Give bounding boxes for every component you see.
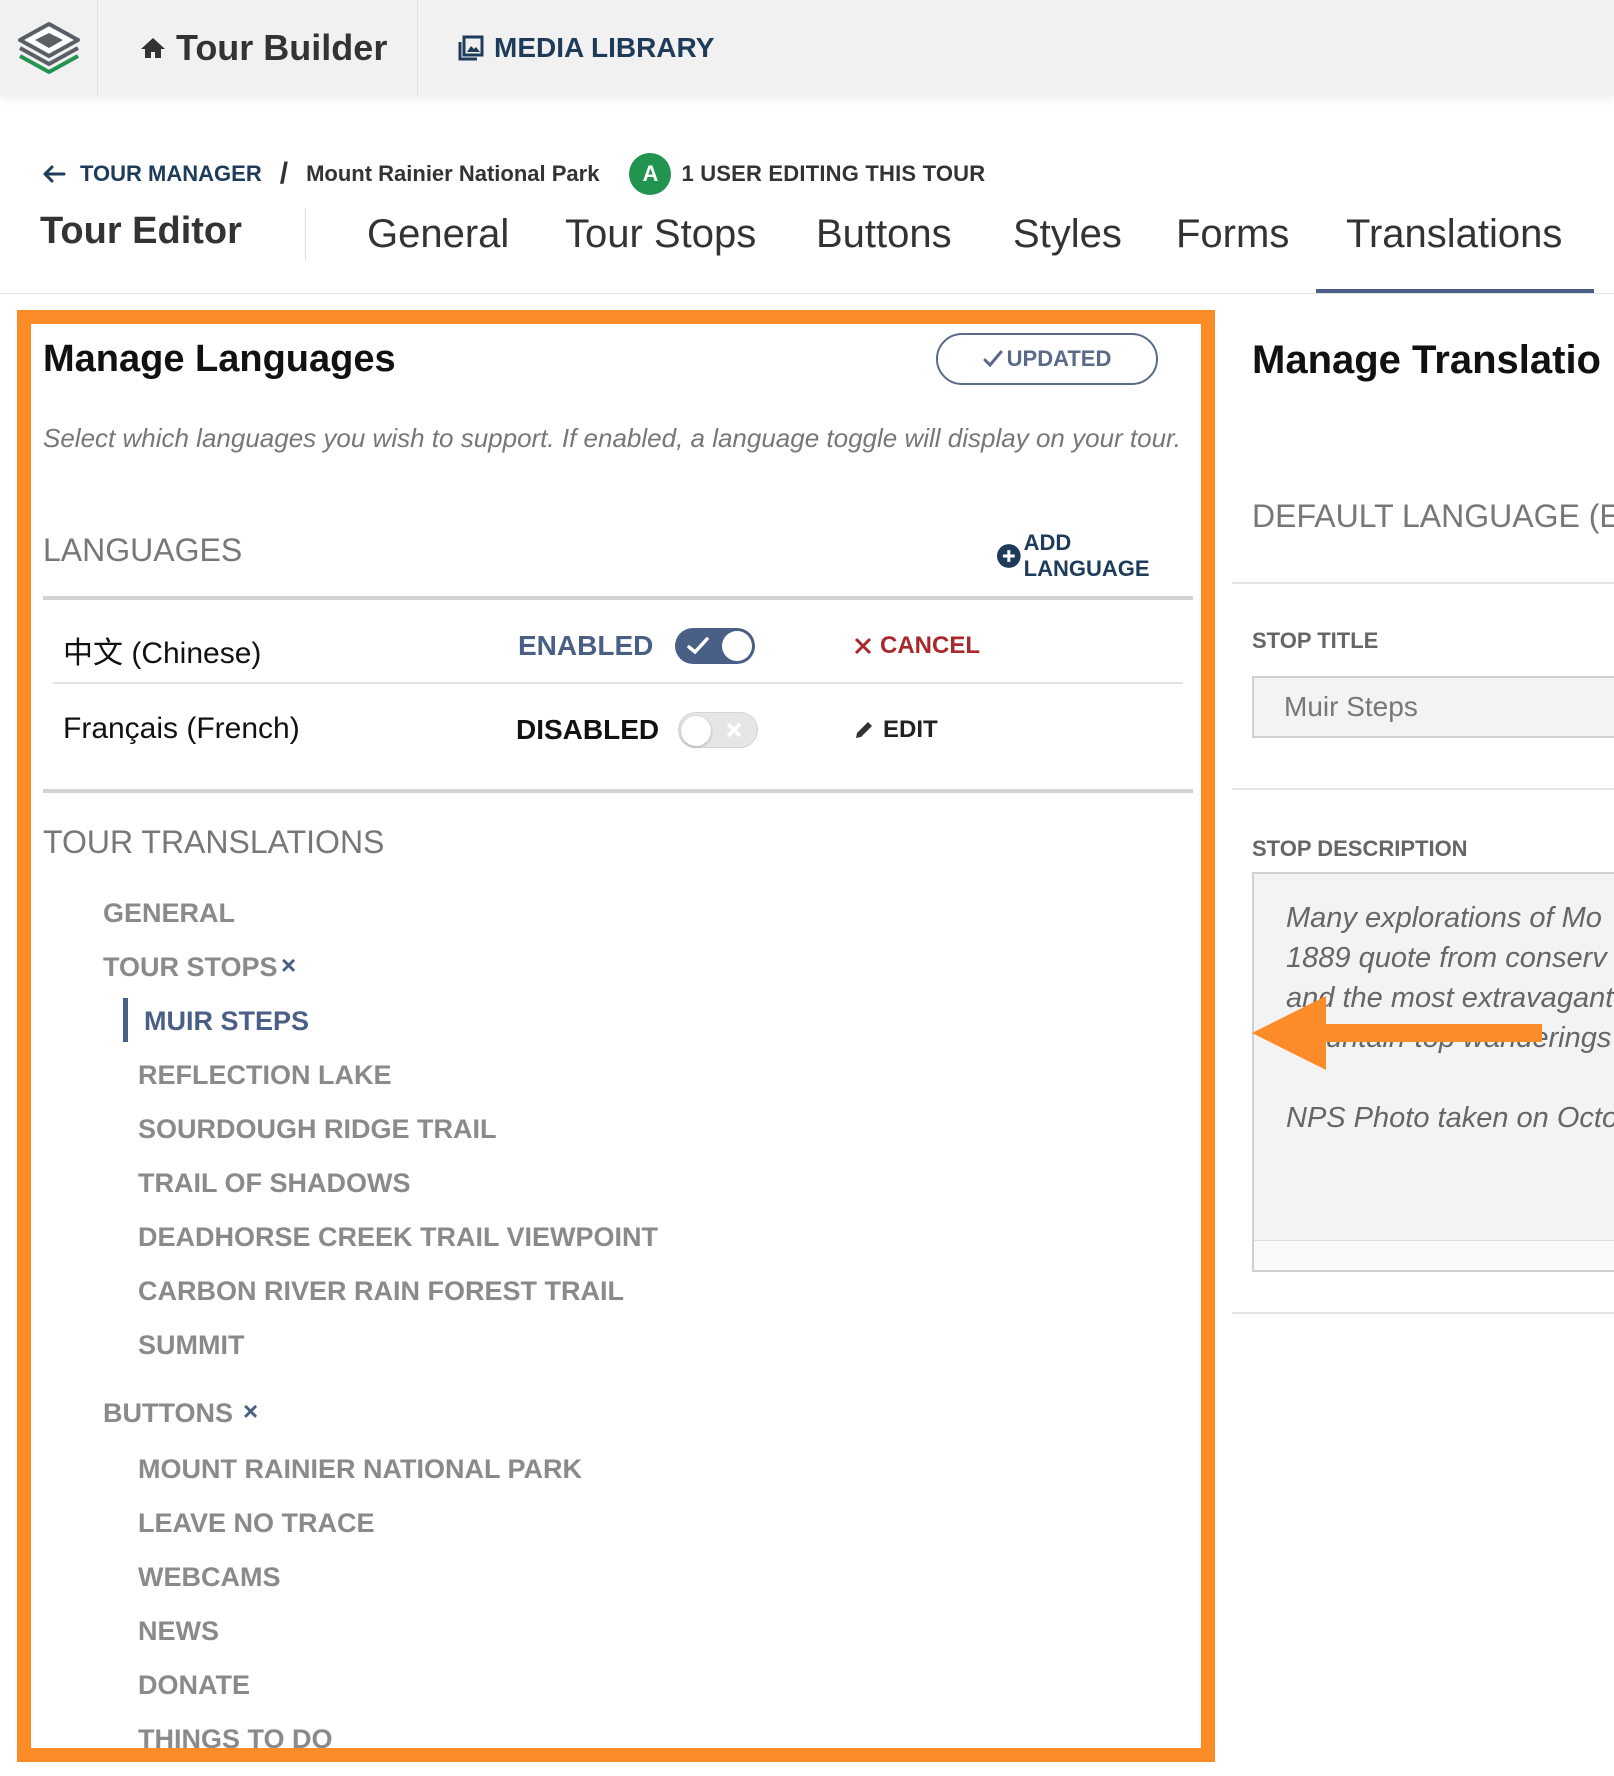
stop-title-label: STOP TITLE — [1252, 628, 1379, 653]
tree-item-mount-rainier[interactable]: MOUNT RAINIER NATIONAL PARK — [138, 1454, 582, 1485]
tree-item-summit[interactable]: SUMMIT — [138, 1330, 244, 1361]
edit-button[interactable]: EDIT — [853, 716, 938, 744]
translations-divider — [1232, 582, 1614, 584]
tree-item-news[interactable]: NEWS — [138, 1616, 219, 1647]
tab-forms[interactable]: Forms — [1176, 212, 1289, 257]
active-tab-indicator — [1316, 289, 1594, 293]
tree-item-general[interactable]: GENERAL — [103, 898, 235, 929]
close-icon — [854, 637, 872, 655]
language-status-disabled: DISABLED — [516, 714, 660, 745]
breadcrumb-tour-name: Mount Rainier National Park — [306, 161, 600, 186]
translations-divider — [1232, 788, 1614, 790]
cancel-label: CANCEL — [880, 632, 980, 659]
textarea-resize-bar — [1254, 1240, 1614, 1270]
updated-button[interactable]: UPDATED — [936, 333, 1158, 385]
tour-builder-nav[interactable]: Tour Builder — [98, 0, 418, 96]
updated-label: UPDATED — [1006, 346, 1112, 371]
language-row-divider — [53, 682, 1183, 684]
avatar: A — [629, 153, 672, 195]
check-icon — [687, 637, 709, 655]
tab-general[interactable]: General — [367, 212, 509, 257]
translations-panel-title: Manage Translatio — [1252, 338, 1601, 382]
editor-tab-bar: Tour Editor General Tour Stops Buttons S… — [0, 200, 1614, 294]
tree-item-things-to-do[interactable]: THINGS TO DO — [138, 1724, 333, 1748]
tab-styles[interactable]: Styles — [1013, 212, 1122, 257]
default-language-heading: DEFAULT LANGUAGE (EN — [1252, 498, 1614, 534]
toggle-knob — [722, 631, 752, 661]
panel-description: Select which languages you wish to suppo… — [43, 423, 1181, 453]
app-title: Tour Builder — [176, 27, 388, 68]
tree-item-trail-of-shadows[interactable]: TRAIL OF SHADOWS — [138, 1168, 411, 1199]
language-name: Français (French) — [63, 712, 300, 745]
home-icon — [141, 38, 165, 58]
tree-item-tour-stops[interactable]: TOUR STOPS — [103, 952, 278, 983]
tab-tour-stops[interactable]: Tour Stops — [565, 212, 756, 257]
languages-top-divider — [43, 596, 1193, 600]
add-language-label: ADD LANGUAGE — [1023, 530, 1150, 581]
breadcrumb-separator: / — [279, 157, 289, 190]
image-gallery-icon — [458, 35, 484, 61]
tab-translations[interactable]: Translations — [1346, 212, 1562, 257]
tour-manager-link[interactable]: TOUR MANAGER — [80, 161, 262, 187]
tree-item-muir-steps[interactable]: MUIR STEPS — [144, 1006, 309, 1037]
collapse-tour-stops-icon[interactable]: × — [281, 950, 296, 981]
arrow-left-icon — [1252, 996, 1542, 1070]
add-language-button[interactable]: ADD LANGUAGE — [996, 530, 1201, 582]
cancel-button[interactable]: CANCEL — [854, 632, 980, 660]
media-library-nav[interactable]: MEDIA LIBRARY — [458, 0, 714, 96]
panel-title: Manage Languages — [43, 338, 396, 380]
active-item-indicator — [123, 998, 128, 1042]
tour-translations-heading: TOUR TRANSLATIONS — [43, 824, 385, 860]
users-editing-status: 1 USER EDITING THIS TOUR — [681, 161, 986, 186]
top-bar: Tour Builder MEDIA LIBRARY — [0, 0, 1614, 96]
edit-label: EDIT — [883, 716, 938, 743]
tab-buttons[interactable]: Buttons — [816, 212, 952, 257]
tree-item-donate[interactable]: DONATE — [138, 1670, 250, 1701]
language-toggle-chinese[interactable] — [675, 628, 755, 664]
toggle-knob — [681, 716, 711, 746]
language-status-enabled: ENABLED — [518, 630, 654, 661]
app-logo[interactable] — [0, 0, 98, 96]
language-name: 中文 (Chinese) — [63, 637, 262, 670]
layers-logo-icon — [17, 22, 80, 74]
description-line: NPS Photo taken on Octo — [1286, 1102, 1614, 1134]
page-title: Tour Editor — [40, 210, 242, 252]
tree-item-carbon-river[interactable]: CARBON RIVER RAIN FOREST TRAIL — [138, 1276, 624, 1307]
stop-title-value: Muir Steps — [1284, 691, 1418, 722]
manage-languages-panel: Manage Languages UPDATED Select which la… — [17, 310, 1215, 1762]
close-icon — [726, 722, 742, 738]
description-line: 1889 quote from conserv — [1286, 942, 1607, 974]
title-divider — [305, 208, 306, 260]
tree-item-deadhorse-creek[interactable]: DEADHORSE CREEK TRAIL VIEWPOINT — [138, 1222, 658, 1253]
stop-description-label: STOP DESCRIPTION — [1252, 836, 1468, 861]
media-library-label: MEDIA LIBRARY — [494, 32, 715, 63]
tree-item-reflection-lake[interactable]: REFLECTION LAKE — [138, 1060, 392, 1091]
breadcrumb: TOUR MANAGER / Mount Rainier National Pa… — [42, 153, 986, 195]
check-icon — [983, 350, 1003, 368]
tree-item-webcams[interactable]: WEBCAMS — [138, 1562, 281, 1593]
plus-circle-icon — [996, 544, 1021, 568]
arrow-left-icon[interactable] — [42, 164, 66, 184]
tree-item-sourdough-ridge-trail[interactable]: SOURDOUGH RIDGE TRAIL — [138, 1114, 497, 1145]
languages-bottom-divider — [43, 789, 1193, 793]
pencil-icon — [856, 722, 872, 738]
languages-heading: LANGUAGES — [43, 532, 243, 568]
collapse-buttons-icon[interactable]: × — [243, 1396, 258, 1427]
tree-item-buttons[interactable]: BUTTONS — [103, 1398, 233, 1429]
translations-divider — [1232, 1312, 1614, 1314]
description-line: Many explorations of Mo — [1286, 902, 1602, 934]
tree-item-leave-no-trace[interactable]: LEAVE NO TRACE — [138, 1508, 375, 1539]
stop-description-field[interactable]: Many explorations of Mo 1889 quote from … — [1252, 872, 1614, 1272]
stop-title-field[interactable]: Muir Steps — [1252, 676, 1614, 738]
language-toggle-french[interactable] — [678, 712, 758, 748]
